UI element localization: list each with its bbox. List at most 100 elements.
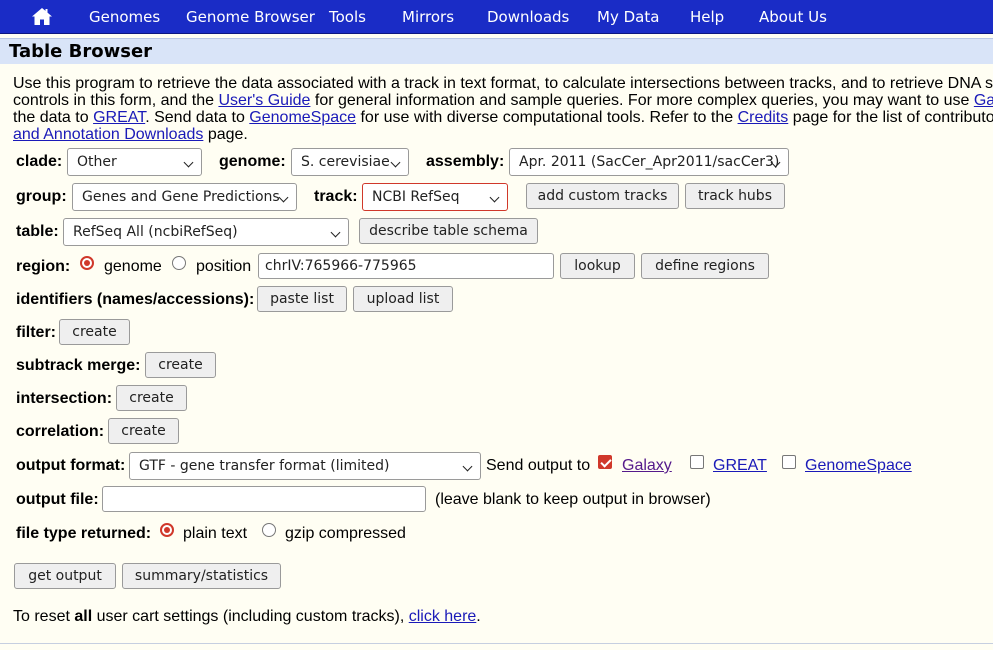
correlation-create-button[interactable]: create [108,418,179,444]
output-file-label: output file: [16,491,99,508]
galaxy-checkbox[interactable] [598,455,612,469]
intro-text: page for the list of contributors [788,109,993,126]
chevron-down-icon [183,157,194,168]
assembly-select[interactable]: Apr. 2011 (SacCer_Apr2011/sacCer3) [509,148,789,176]
genome-value: S. cerevisiae [301,154,390,170]
output-format-label: output format: [16,457,126,474]
genome-label: genome: [219,153,286,170]
intro-line-2: controls in this form, and the User's Gu… [13,92,993,109]
chevron-down-icon [278,192,289,203]
intro-line-1: Use this program to retrieve the data as… [13,75,993,92]
track-hubs-button[interactable]: track hubs [685,183,785,209]
group-label: group: [16,188,67,205]
great-checkbox[interactable] [690,455,704,469]
intro-line-4: and Annotation Downloads page. [13,126,993,143]
filter-create-button[interactable]: create [59,319,130,345]
intersection-create-button[interactable]: create [116,385,187,411]
users-guide-link[interactable]: User's Guide [218,92,310,109]
region-position-label: position [196,258,252,275]
title-bar: Table Browser [0,38,993,64]
correlation-label: correlation: [16,423,105,440]
intro-line-3: the data to GREAT. Send data to GenomeSp… [13,109,993,126]
subtrack-merge-label: subtrack merge: [16,357,141,374]
output-file-input[interactable] [102,486,426,512]
chevron-down-icon [330,227,341,238]
nav-tools[interactable]: Tools [329,8,366,26]
track-value: NCBI RefSeq [372,189,460,205]
intro-text: for general information and sample queri… [310,92,974,109]
paste-list-button[interactable]: paste list [257,286,347,312]
intro-text: the data to [13,109,94,126]
output-format-value: GTF - gene transfer format (limited) [139,458,390,474]
chevron-down-icon [489,192,500,203]
reset-bold-text: all [74,608,93,625]
table-label: table: [16,223,59,240]
output-format-select[interactable]: GTF - gene transfer format (limited) [129,452,481,480]
region-position-radio[interactable] [172,256,186,270]
intro-text: controls in this form, and the [13,92,219,109]
table-select[interactable]: RefSeq All (ncbiRefSeq) [63,218,349,246]
nav-help[interactable]: Help [690,8,724,26]
intro-paragraph: Use this program to retrieve the data as… [13,75,993,143]
region-genome-label: genome [104,258,162,275]
reset-click-here-link[interactable]: click here [409,608,477,625]
annotation-downloads-link[interactable]: and Annotation Downloads [13,126,203,143]
chevron-down-icon [462,461,473,472]
clade-select[interactable]: Other [67,148,202,176]
reset-cart-text: To reset all user cart settings (includi… [13,608,481,626]
position-input[interactable]: chrIV:765966-775965 [258,253,554,279]
subtrack-merge-create-button[interactable]: create [145,352,216,378]
describe-table-schema-button[interactable]: describe table schema [359,218,538,244]
output-file-hint: (leave blank to keep output in browser) [435,491,711,508]
intro-text: page. [203,126,248,143]
assembly-value: Apr. 2011 (SacCer_Apr2011/sacCer3) [519,154,780,170]
credits-link[interactable]: Credits [738,109,789,126]
top-nav-bar: Genomes Genome Browser Tools Mirrors Dow… [0,0,993,34]
great-intro-link[interactable]: GREAT [93,109,145,126]
assembly-label: assembly: [426,153,505,170]
add-custom-tracks-button[interactable]: add custom tracks [526,183,679,209]
nav-my-data[interactable]: My Data [597,8,659,26]
intro-text: . Send data to [145,109,250,126]
divider [0,643,993,644]
nav-genome-browser[interactable]: Genome Browser [186,8,315,26]
send-output-to-label: Send output to [486,457,591,474]
clade-label: clade: [16,153,63,170]
intersection-label: intersection: [16,390,113,407]
track-select[interactable]: NCBI RefSeq [362,183,508,211]
region-genome-radio[interactable] [80,256,94,270]
home-icon[interactable] [31,7,53,26]
gzip-label: gzip compressed [285,525,406,542]
track-label: track: [314,188,358,205]
group-select[interactable]: Genes and Gene Predictions [72,183,297,211]
plain-text-radio[interactable] [160,523,174,537]
get-output-button[interactable]: get output [14,563,116,589]
great-link[interactable]: GREAT [713,457,767,475]
define-regions-button[interactable]: define regions [641,253,769,279]
region-label: region: [16,258,71,275]
clade-value: Other [77,154,117,170]
galaxy-link[interactable]: Galaxy [622,457,672,475]
summary-statistics-button[interactable]: summary/statistics [122,563,281,589]
galaxy-intro-link[interactable]: Gala [974,92,993,109]
chevron-down-icon [390,157,401,168]
nav-mirrors[interactable]: Mirrors [402,8,454,26]
group-value: Genes and Gene Predictions [82,189,280,205]
genomespace-intro-link[interactable]: GenomeSpace [249,109,356,126]
identifiers-label: identifiers (names/accessions): [16,291,255,308]
table-value: RefSeq All (ncbiRefSeq) [73,224,238,240]
genomespace-link[interactable]: GenomeSpace [805,457,912,475]
genomespace-checkbox[interactable] [782,455,796,469]
gzip-radio[interactable] [262,523,276,537]
page-title: Table Browser [9,41,153,62]
nav-about-us[interactable]: About Us [759,8,827,26]
genome-select[interactable]: S. cerevisiae [291,148,409,176]
file-type-label: file type returned: [16,525,152,542]
lookup-button[interactable]: lookup [560,253,635,279]
reset-text: To reset [13,608,75,625]
reset-text: user cart settings (including custom tra… [92,608,409,625]
nav-downloads[interactable]: Downloads [487,8,569,26]
nav-genomes[interactable]: Genomes [89,8,160,26]
plain-text-label: plain text [183,525,248,542]
upload-list-button[interactable]: upload list [353,286,453,312]
